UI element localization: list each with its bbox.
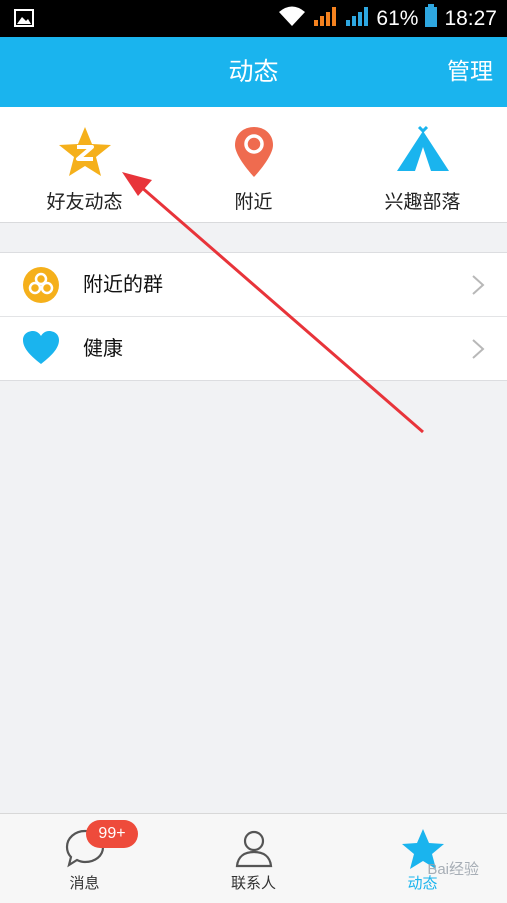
location-pin-icon xyxy=(232,125,276,183)
qzone-star-icon xyxy=(57,125,113,183)
nav-label-friend-feed: 好友动态 xyxy=(46,191,123,213)
top-nav: 好友动态 附近 兴趣部落 xyxy=(0,107,507,223)
nav-item-interest-tribe[interactable]: 兴趣部落 xyxy=(338,107,507,222)
tab-label: 联系人 xyxy=(230,874,276,892)
bottom-tab-bar: 99+ 消息 联系人 动态 Bai经验 xyxy=(0,813,507,903)
list-item-nearby-groups[interactable]: 附近的群 xyxy=(0,253,507,316)
tab-feeds[interactable]: 动态 xyxy=(338,814,507,903)
battery-icon xyxy=(424,4,438,33)
nav-label-interest-tribe: 兴趣部落 xyxy=(384,191,461,213)
signal-blue-icon xyxy=(344,5,370,32)
gallery-notification-icon xyxy=(14,9,34,31)
nav-item-friend-feed[interactable]: 好友动态 xyxy=(0,107,169,222)
nav-item-nearby[interactable]: 附近 xyxy=(169,107,338,222)
feature-list: 附近的群 健康 xyxy=(0,252,507,381)
chevron-right-icon xyxy=(471,338,485,364)
contact-person-icon xyxy=(234,828,274,872)
list-item-label: 附近的群 xyxy=(83,272,163,296)
chevron-right-icon xyxy=(471,274,485,300)
tab-label: 动态 xyxy=(407,874,438,892)
page-title: 动态 xyxy=(228,57,279,86)
group-circles-icon xyxy=(22,266,60,308)
battery-percent: 61% xyxy=(376,6,419,30)
manage-button[interactable]: 管理 xyxy=(447,37,493,107)
tab-messages[interactable]: 99+ 消息 xyxy=(0,814,169,903)
title-bar: 动态 管理 xyxy=(0,37,507,107)
unread-badge: 99+ xyxy=(86,820,138,848)
status-bar: 61% 18:27 xyxy=(0,0,507,37)
tab-contacts[interactable]: 联系人 xyxy=(169,814,338,903)
clock: 18:27 xyxy=(444,6,497,30)
list-item-health[interactable]: 健康 xyxy=(0,316,507,380)
list-item-label: 健康 xyxy=(83,336,123,360)
nav-label-nearby: 附近 xyxy=(234,191,273,213)
heart-icon xyxy=(22,330,60,370)
wifi-icon xyxy=(278,5,306,32)
signal-orange-icon xyxy=(312,5,338,32)
watermark: Bai经验 xyxy=(427,861,479,878)
tent-icon xyxy=(395,125,451,179)
tab-label: 消息 xyxy=(69,874,100,892)
